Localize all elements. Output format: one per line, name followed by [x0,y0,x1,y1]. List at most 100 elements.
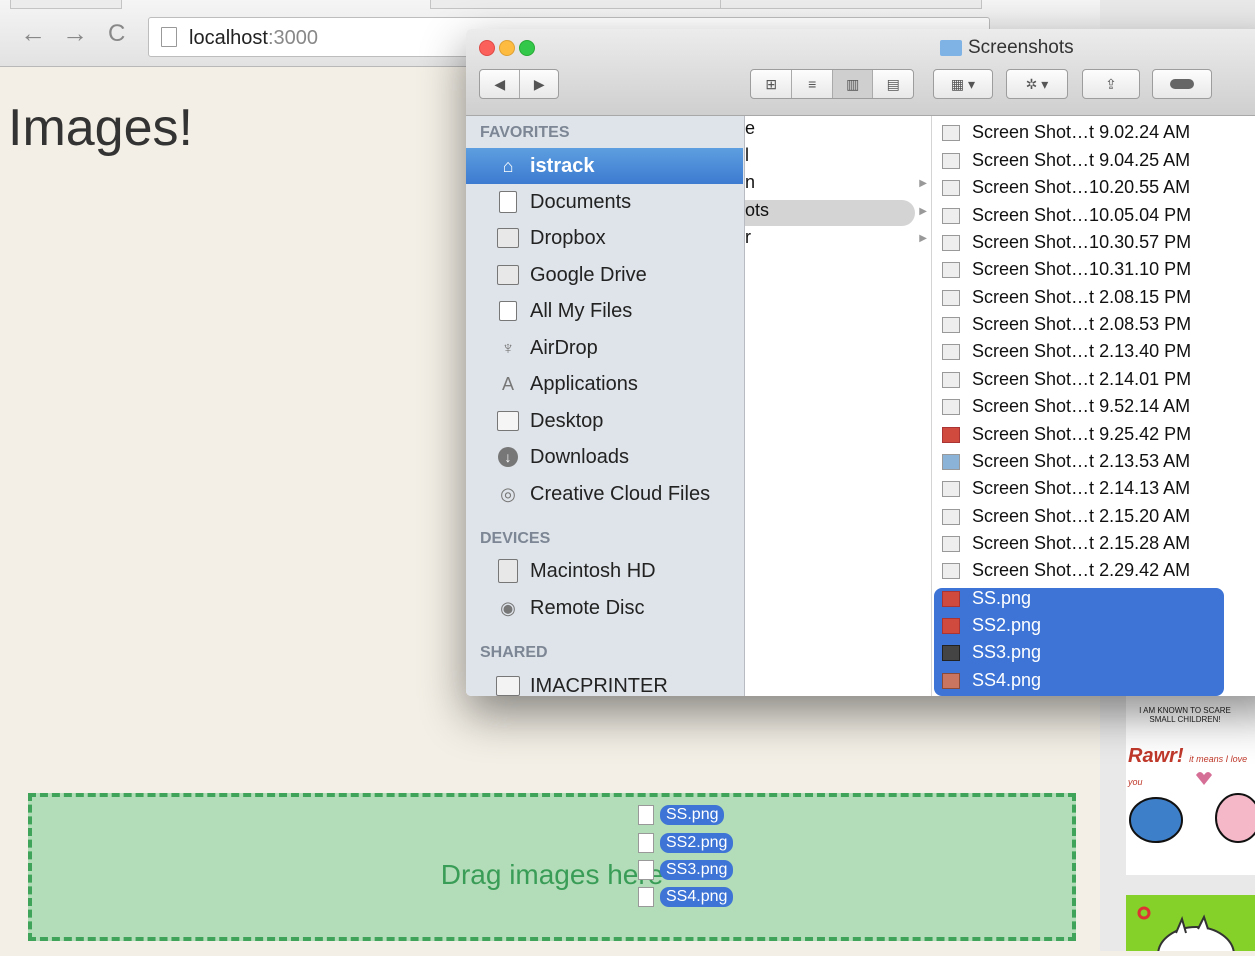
dragged-file: SS4.png [638,887,734,907]
sidebar-item-downloads[interactable]: ↓ Downloads [466,439,743,475]
dropzone-label: Drag images here [440,859,664,890]
view-mode-buttons[interactable]: ⊞ ≡ ▥ ▤ [750,69,914,99]
share-icon: ⇪ [1105,75,1117,92]
dragged-file: SS.png [638,805,725,825]
image-file-icon [942,316,960,333]
page-icon [161,27,177,47]
forward-icon[interactable]: ▶ [520,70,558,98]
image-dropzone[interactable]: Drag images here [28,793,1076,941]
documents-icon [496,191,520,213]
file-row[interactable]: Screen Shot…t 2.08.15 PM [942,284,1191,311]
sidebar-item-istrack[interactable]: ⌂ istrack [466,148,743,184]
coverflow-view-icon[interactable]: ▤ [873,70,913,98]
file-row[interactable]: Screen Shot…10.30.57 PM [942,229,1191,256]
image-file-icon [942,480,960,497]
applications-icon: A [501,373,514,394]
dragged-file: SS3.png [638,860,734,880]
finder-sidebar: FAVORITES ⌂ istrack Documents Dropbox Goo… [466,116,745,696]
image-file-icon [942,289,960,306]
action-button[interactable]: ✲ ▾ [1006,69,1068,99]
folder-row-selected[interactable]: ots ▶ [745,200,927,226]
tags-button[interactable] [1152,69,1212,99]
image-file-icon [942,371,960,388]
file-row-selected[interactable]: SS4.png [942,667,1041,694]
image-file-icon [942,152,960,169]
creative-cloud-icon: ◎ [500,483,516,504]
file-row[interactable]: Screen Shot…10.31.10 PM [942,256,1191,283]
image-file-icon [942,426,960,443]
file-row[interactable]: Screen Shot…t 9.52.14 AM [942,393,1190,420]
file-row-selected[interactable]: SS3.png [942,639,1041,666]
column-view-icon[interactable]: ▥ [832,70,874,98]
forward-icon[interactable]: → [62,20,88,46]
browser-tab[interactable] [10,0,122,9]
close-button[interactable] [479,40,495,56]
file-row[interactable]: Screen Shot…t 2.08.53 PM [942,311,1191,338]
desktop-icon [496,410,520,432]
file-row[interactable]: Screen Shot…t 2.14.01 PM [942,366,1191,393]
sidebar-item-all-my-files[interactable]: All My Files [466,293,743,329]
sidebar-item-macintosh-hd[interactable]: Macintosh HD [466,553,743,589]
file-row[interactable]: Screen Shot…t 2.15.28 AM [942,530,1190,557]
browser-tab[interactable] [430,0,722,9]
sidebar-item-imacprinter[interactable]: IMACPRINTER [466,668,743,696]
file-row[interactable]: Screen Shot…t 2.14.13 AM [942,475,1190,502]
downloads-icon: ↓ [496,446,520,468]
image-file-icon [942,124,960,141]
image-file-icon [942,535,960,552]
minimize-button[interactable] [499,40,515,56]
share-button[interactable]: ⇪ [1082,69,1140,99]
file-row-selected[interactable]: SS2.png [942,612,1041,639]
file-row[interactable]: Screen Shot…t 2.29.42 AM [942,557,1190,584]
monitor-icon [496,675,520,696]
finder-toolbar: Screenshots ◀ ▶ ⊞ ≡ ▥ ▤ ▦ ▾ ✲ ▾ ⇪ [466,29,1255,116]
sidebar-item-documents[interactable]: Documents [466,184,743,220]
rawr-text: Rawr! it means I love you [1128,745,1248,787]
disclosure-arrow-icon: ▶ [919,233,927,244]
back-icon[interactable]: ◀ [480,70,521,98]
image-file-icon [942,644,960,661]
file-icon [638,860,654,880]
devices-header: DEVICES [480,530,551,547]
browser-tab[interactable] [720,0,982,9]
file-row[interactable]: Screen Shot…10.20.55 AM [942,174,1190,201]
zoom-button[interactable] [519,40,535,56]
folder-row[interactable]: l [745,145,915,171]
file-row[interactable]: Screen Shot…t 2.15.20 AM [942,503,1190,530]
file-icon [638,833,654,853]
back-icon[interactable]: ← [20,20,46,46]
arrange-button[interactable]: ▦ ▾ [933,69,993,99]
file-icon [638,805,654,825]
icon-view-icon[interactable]: ⊞ [751,70,793,98]
folder-icon [940,40,962,56]
folder-row[interactable]: n ▶ [745,172,927,198]
list-view-icon[interactable]: ≡ [792,70,833,98]
sidebar-item-creative-cloud-files[interactable]: ◎ Creative Cloud Files [466,476,743,512]
sidebar-item-airdrop[interactable]: ♆ AirDrop [466,330,743,366]
finder-column-files: Screen Shot…t 9.02.24 AM Screen Shot…t 9… [932,116,1255,696]
file-row[interactable]: Screen Shot…t 9.25.42 PM [942,421,1191,448]
back-forward-buttons[interactable]: ◀ ▶ [479,69,559,99]
disclosure-arrow-icon: ▶ [919,206,927,217]
file-row[interactable]: Screen Shot…10.05.04 PM [942,202,1191,229]
sidebar-item-dropbox[interactable]: Dropbox [466,220,743,256]
image-caption: I AM KNOWN TO SCARE SMALL CHILDREN! [1139,706,1231,724]
gear-icon: ✲ ▾ [1025,75,1049,92]
file-row[interactable]: Screen Shot…t 9.02.24 AM [942,119,1190,146]
sidebar-item-remote-disc[interactable]: ◉ Remote Disc [466,590,743,626]
file-row[interactable]: Screen Shot…t 2.13.53 AM [942,448,1190,475]
image-file-icon [942,508,960,525]
file-row[interactable]: Screen Shot…t 2.13.40 PM [942,338,1191,365]
file-row-selected[interactable]: SS.png [942,585,1031,612]
folder-row[interactable]: e [745,118,915,144]
sidebar-item-applications[interactable]: A Applications [466,366,743,402]
disc-icon: ◉ [500,597,516,618]
sidebar-item-desktop[interactable]: Desktop [466,403,743,439]
folder-row[interactable]: r ▶ [745,227,927,253]
sidebar-item-google-drive[interactable]: Google Drive [466,257,743,293]
disclosure-arrow-icon: ▶ [919,178,927,189]
reload-icon[interactable]: C [108,22,125,46]
folder-icon [496,264,520,286]
file-icon [638,887,654,907]
file-row[interactable]: Screen Shot…t 9.04.25 AM [942,147,1190,174]
